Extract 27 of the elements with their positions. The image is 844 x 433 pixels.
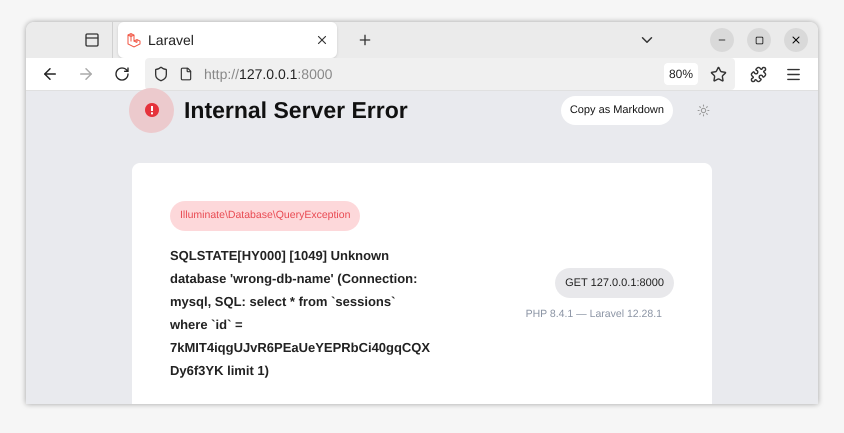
page-icon [179, 67, 193, 81]
address-bar[interactable]: http://127.0.0.1:8000 80% [145, 58, 735, 90]
copy-markdown-button[interactable]: Copy as Markdown [560, 96, 673, 124]
page-title: Internal Server Error [184, 96, 409, 125]
request-info: GET 127.0.0.1:8000 [555, 268, 674, 298]
exclamation-icon [144, 103, 158, 117]
reload-icon[interactable] [114, 66, 130, 82]
version-info: PHP 8.4.1 — Laravel 12.28.1 [526, 307, 662, 322]
new-tab-icon[interactable] [357, 32, 373, 48]
close-window-button[interactable] [784, 28, 808, 52]
back-icon[interactable] [41, 65, 59, 83]
error-message: SQLSTATE[HY000] [1049] Unknown database 'wrong-db-name' (Connection: mysql, SQL: select * from `sessions` where `id` = 7kMIT4iqgUJvR6PEaUeYEPRbCi40gqCQXDy6f3YK limit 1) [170, 246, 432, 380]
tab-tray-icon[interactable] [84, 32, 100, 48]
extensions-icon[interactable] [750, 66, 767, 82]
zoom-level[interactable]: 80% [664, 63, 698, 85]
shield-icon [153, 66, 169, 82]
close-icon [790, 34, 802, 46]
tab-title: Laravel [148, 30, 195, 50]
maximize-button[interactable] [747, 28, 771, 52]
bookmark-star-icon[interactable] [710, 66, 727, 82]
maximize-icon [754, 36, 764, 44]
browser-tab[interactable]: Laravel [118, 22, 337, 58]
url-text: http://127.0.0.1:8000 [204, 64, 334, 84]
close-tab-icon[interactable] [315, 33, 329, 47]
laravel-logo-icon [126, 32, 142, 48]
theme-toggle-icon[interactable] [697, 104, 710, 116]
exception-class: Illuminate\Database\QueryException [170, 201, 360, 231]
